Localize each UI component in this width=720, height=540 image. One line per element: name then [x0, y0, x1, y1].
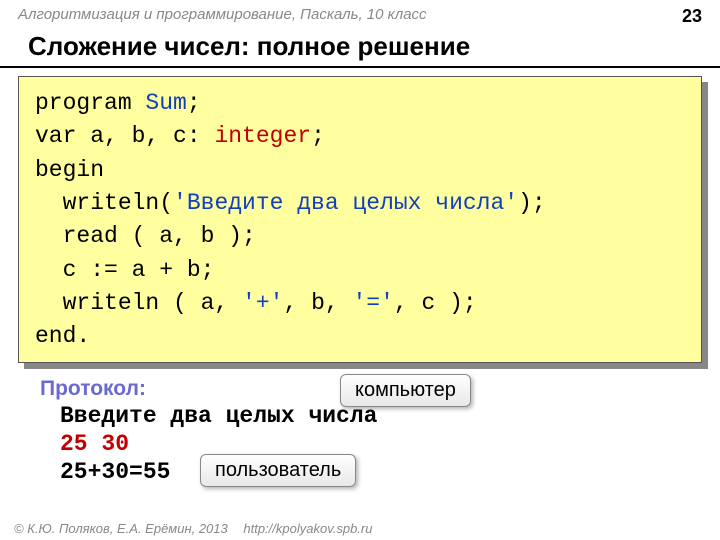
- page-number: 23: [682, 6, 702, 27]
- code-l7-c: , b,: [283, 290, 352, 316]
- slide-footer: © К.Ю. Поляков, Е.А. Ерёмин, 2013 http:/…: [14, 521, 372, 536]
- code-l7-s2: '=': [352, 290, 393, 316]
- protocol-user-input: 25 30: [60, 431, 720, 457]
- code-l2-kw: var a, b, c:: [35, 123, 214, 149]
- callout-user: пользователь: [200, 454, 356, 487]
- course-name: Алгоритмизация и программирование, Паска…: [18, 6, 427, 27]
- code-l7-s1: '+': [242, 290, 283, 316]
- footer-url: http://kpolyakov.spb.ru: [243, 521, 372, 536]
- code-l2-end: ;: [311, 123, 325, 149]
- code-l1-end: ;: [187, 90, 201, 116]
- code-l4-str: 'Введите два целых числа': [173, 190, 518, 216]
- code-l7-a: writeln ( a,: [35, 290, 242, 316]
- protocol-output-2: 25+30=55: [60, 459, 720, 485]
- code-l2-type: integer: [214, 123, 311, 149]
- code-l8: end.: [35, 323, 90, 349]
- code-box: program Sum; var a, b, c: integer; begin…: [18, 76, 702, 363]
- copyright: © К.Ю. Поляков, Е.А. Ерёмин, 2013: [14, 521, 228, 536]
- slide-header: Алгоритмизация и программирование, Паска…: [0, 0, 720, 29]
- code-l4-c: );: [518, 190, 546, 216]
- code-l3: begin: [35, 157, 104, 183]
- code-l6: c := a + b;: [35, 257, 214, 283]
- code-l5: read ( a, b );: [35, 223, 256, 249]
- code-l1-kw: program: [35, 90, 145, 116]
- code-l7-e: , c );: [394, 290, 477, 316]
- callout-computer: компьютер: [340, 374, 471, 407]
- slide-title: Сложение чисел: полное решение: [0, 29, 720, 68]
- code-l4-a: writeln(: [35, 190, 173, 216]
- code-container: program Sum; var a, b, c: integer; begin…: [18, 76, 702, 363]
- code-l1-name: Sum: [145, 90, 186, 116]
